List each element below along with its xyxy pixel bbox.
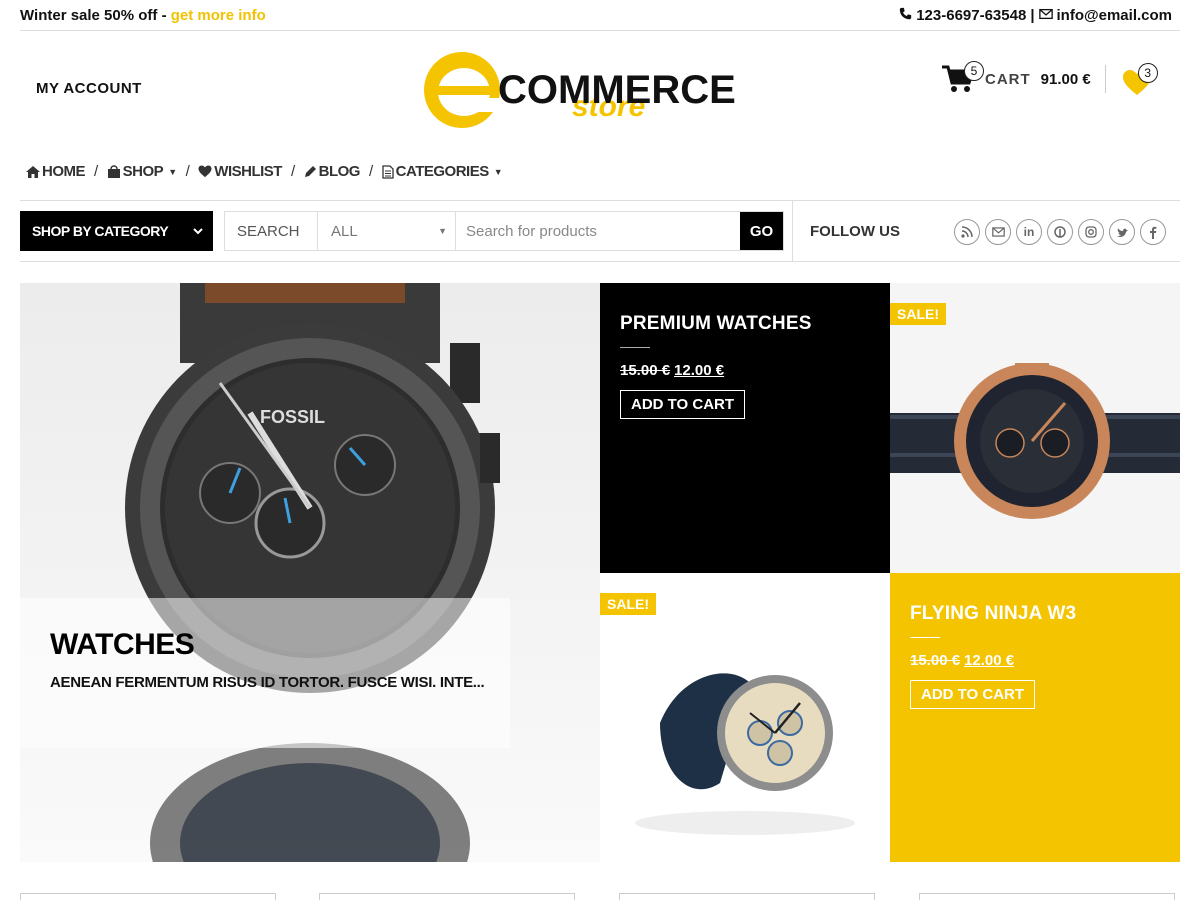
promo-text: Winter sale 50% off - (20, 6, 171, 24)
product-tile-flying-ninja: FLYING NINJA W3 15.00 €12.00 € ADD TO CA… (890, 573, 1180, 862)
contact-separator: | (1030, 6, 1035, 24)
my-account-link[interactable]: MY ACCOUNT (36, 80, 142, 97)
search-label: SEARCH (225, 212, 318, 250)
product-card[interactable] (319, 893, 575, 900)
home-icon (26, 165, 40, 178)
product-tile-image-2[interactable]: SALE! (600, 573, 890, 863)
pencil-icon (304, 166, 316, 177)
add-to-cart-button[interactable]: ADD TO CART (620, 390, 746, 419)
phone-icon (899, 7, 912, 24)
add-to-cart-button[interactable]: ADD TO CART (910, 680, 1036, 709)
chevron-down-icon: ▼ (438, 226, 447, 236)
product-price: 15.00 €12.00 € (620, 362, 890, 379)
product-price: 15.00 €12.00 € (910, 652, 1180, 669)
divider (792, 201, 793, 262)
nav-label: HOME (42, 163, 86, 180)
wishlist-count-badge: 3 (1137, 63, 1158, 83)
twitter-icon[interactable] (1109, 219, 1135, 245)
cart-divider (1104, 65, 1106, 93)
old-price: 15.00 € (910, 652, 961, 669)
search-input[interactable] (456, 212, 740, 250)
product-card[interactable] (20, 893, 276, 900)
promo-link[interactable]: get more info (171, 7, 266, 24)
logo-commerce-text: COMMERCE (498, 68, 736, 112)
nav-separator: / (94, 163, 98, 180)
search-category-select[interactable]: ALL ▼ (318, 212, 456, 250)
nav-separator: / (290, 163, 295, 180)
email-address[interactable]: info@email.com (1057, 7, 1172, 24)
facebook-icon[interactable] (1140, 219, 1166, 245)
title-underline (620, 347, 650, 348)
chevron-down-icon: ▼ (168, 166, 177, 177)
nav-item-wishlist[interactable]: WISHLIST (198, 163, 282, 180)
old-price: 15.00 € (620, 362, 671, 379)
contact-info: 123-6697-63548 | info@email.com (899, 7, 1180, 24)
product-title[interactable]: PREMIUM WATCHES (620, 313, 890, 335)
product-tile-premium-watches: PREMIUM WATCHES 15.00 €12.00 € ADD TO CA… (600, 283, 890, 573)
cart-count-badge: 5 (964, 61, 984, 81)
phone-number[interactable]: 123-6697-63548 (916, 7, 1026, 24)
pinterest-icon[interactable] (1047, 219, 1073, 245)
main-nav: HOME / SHOP ▼ / WISHLIST / BLOG / CATEGO… (26, 163, 503, 180)
chevron-down-icon: ▼ (493, 166, 503, 177)
nav-label: WISHLIST (214, 163, 282, 180)
nav-label: SHOP (122, 163, 164, 180)
cart-button[interactable]: 5 (940, 61, 984, 97)
shop-by-category-label: SHOP BY CATEGORY (32, 223, 169, 239)
product-cards-row (20, 893, 1180, 900)
hero-banner-watches[interactable]: FOSSIL WATCHES AENEAN FERMENTUM RISUS ID… (20, 283, 600, 862)
search-form: SEARCH ALL ▼ GO (224, 211, 784, 251)
fossil-dial-text: FOSSIL (260, 407, 325, 427)
cart-total: 91.00 € (1040, 70, 1091, 88)
nav-item-categories[interactable]: CATEGORIES ▼ (381, 163, 503, 180)
search-row: SHOP BY CATEGORY SEARCH ALL ▼ GO FOLLOW … (20, 200, 1180, 262)
cart-label[interactable]: CART (985, 71, 1031, 88)
top-bar: Winter sale 50% off - get more info 123-… (20, 0, 1180, 31)
product-tile-image-1[interactable]: SALE! (890, 283, 1180, 573)
nav-item-home[interactable]: HOME (26, 163, 86, 180)
store-logo[interactable]: store COMMERCE (420, 48, 780, 134)
sale-badge: SALE! (600, 593, 656, 615)
rss-icon[interactable] (954, 219, 980, 245)
hero-title: WATCHES (50, 628, 195, 661)
sale-price: 12.00 € (674, 362, 725, 379)
shopping-bag-icon (107, 165, 120, 178)
follow-us-label: FOLLOW US (810, 223, 900, 240)
watch-image: FOSSIL (125, 283, 500, 862)
envelope-icon[interactable] (985, 219, 1011, 245)
product-card[interactable] (619, 893, 875, 900)
watch-image-leather (635, 673, 855, 835)
sale-badge: SALE! (890, 303, 946, 325)
social-links: in (954, 219, 1166, 245)
hero-description: AENEAN FERMENTUM RISUS ID TORTOR. FUSCE … (50, 674, 485, 691)
promo-banner: Winter sale 50% off - get more info (20, 7, 266, 24)
document-icon (381, 164, 394, 179)
envelope-icon (1038, 7, 1053, 24)
instagram-icon[interactable] (1078, 219, 1104, 245)
nav-item-blog[interactable]: BLOG (304, 163, 360, 180)
cart-area: 5 CART 91.00 € 3 (940, 58, 1162, 100)
nav-separator: / (368, 163, 373, 180)
sale-price: 12.00 € (964, 652, 1015, 669)
title-underline (910, 637, 940, 638)
heart-icon (198, 165, 212, 178)
search-category-value: ALL (331, 222, 358, 240)
product-title[interactable]: FLYING NINJA W3 (910, 603, 1180, 625)
nav-separator: / (185, 163, 190, 180)
chevron-down-icon (193, 228, 203, 235)
nav-item-shop[interactable]: SHOP ▼ (107, 163, 177, 180)
nav-label: BLOG (318, 163, 361, 180)
search-go-button[interactable]: GO (740, 212, 783, 250)
shop-by-category-dropdown[interactable]: SHOP BY CATEGORY (20, 211, 213, 251)
wishlist-button[interactable]: 3 (1118, 61, 1162, 97)
nav-label: CATEGORIES (395, 163, 490, 180)
watch-image-bracelet (890, 363, 1180, 519)
product-card[interactable] (919, 893, 1175, 900)
hero-caption: WATCHES AENEAN FERMENTUM RISUS ID TORTOR… (20, 598, 510, 748)
linkedin-icon[interactable]: in (1016, 219, 1042, 245)
